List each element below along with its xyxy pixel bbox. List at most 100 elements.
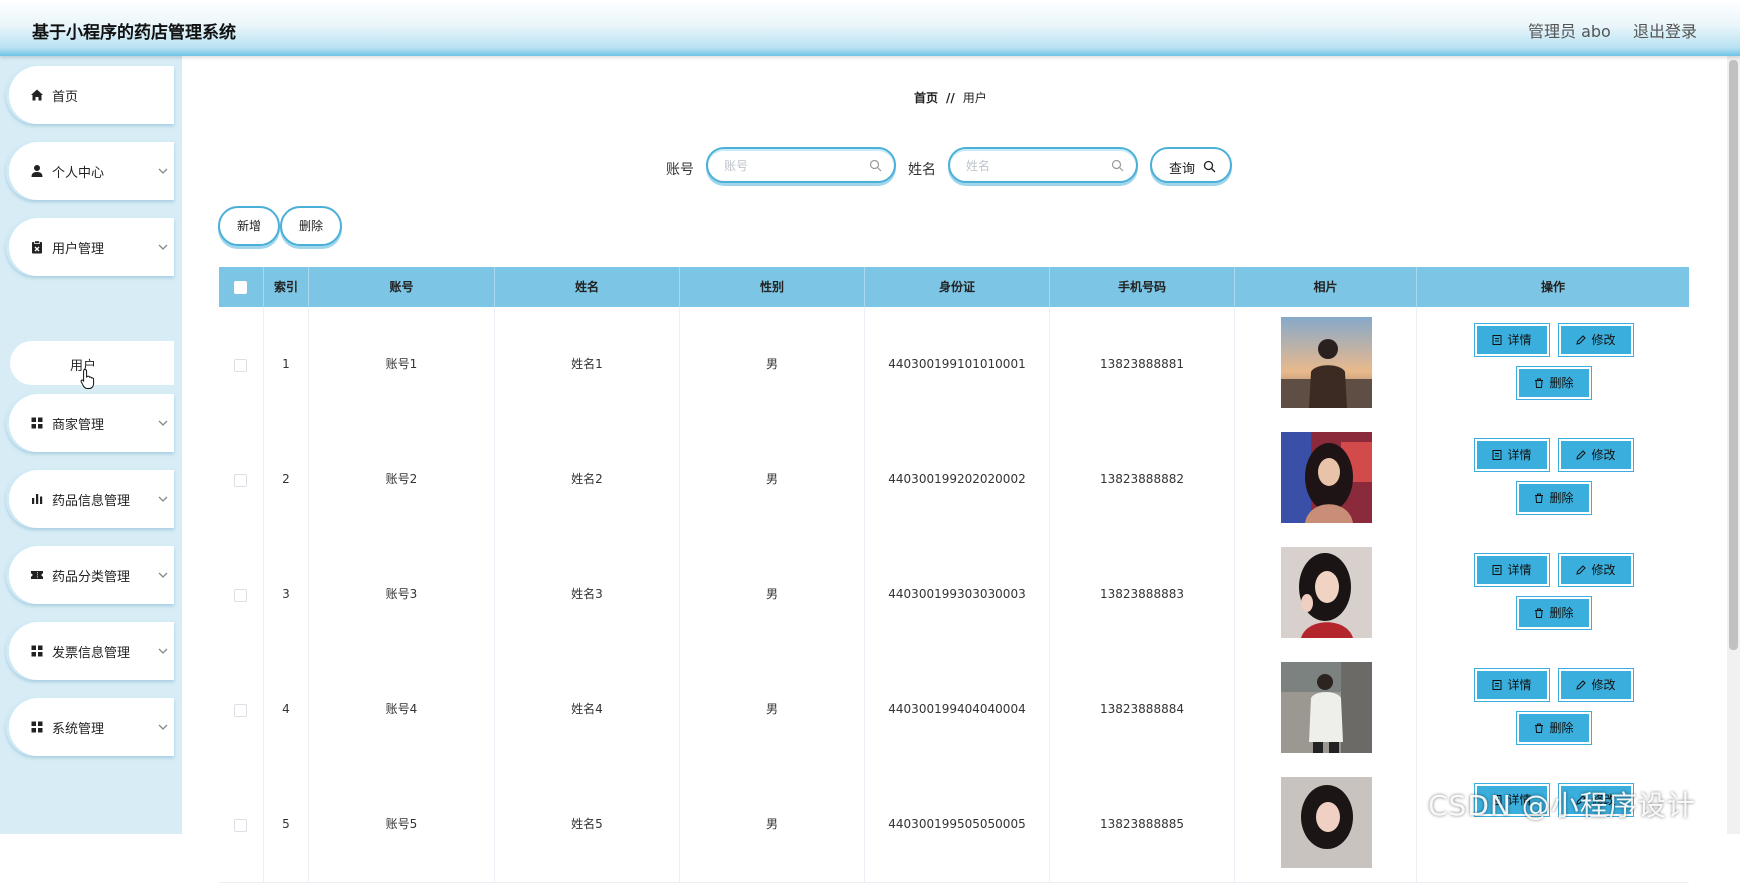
- cell-index: 4: [264, 652, 309, 767]
- cell-gender: 男: [680, 422, 865, 537]
- grid-icon: [31, 417, 43, 429]
- sidebar: 首页 个人中心 用户管理 用户 商家管理 药品信息管理 药品分类管理 发票信息管…: [0, 56, 182, 834]
- sidebar-item-invoice-management[interactable]: 发票信息管理: [6, 622, 174, 680]
- name-search-input[interactable]: [964, 157, 1108, 175]
- sidebar-item-system-management[interactable]: 系统管理: [6, 698, 174, 756]
- grid-icon: [31, 721, 43, 733]
- add-button[interactable]: 新增: [218, 206, 280, 246]
- page-scrollbar[interactable]: [1727, 56, 1740, 834]
- edit-pencil-icon: [1576, 335, 1587, 345]
- cell-name: 姓名1: [495, 307, 680, 422]
- table-header: 索引 账号 姓名 性别 身份证 手机号码 相片 操作: [219, 267, 1689, 307]
- search-icon: [869, 159, 882, 172]
- edit-button[interactable]: 修改: [1558, 323, 1634, 357]
- logout-link[interactable]: 退出登录: [1633, 18, 1697, 42]
- delete-button-label: 删除: [1549, 721, 1574, 735]
- cell-id-card: 440300199505050005: [865, 767, 1050, 882]
- detail-button-label: 详情: [1507, 563, 1532, 577]
- sidebar-item-label: 药品信息管理: [52, 494, 131, 509]
- delete-button[interactable]: 删除: [1516, 596, 1592, 630]
- account-search-label: 账号: [666, 162, 694, 178]
- cell-index: 1: [264, 307, 309, 422]
- edit-button[interactable]: 修改: [1558, 668, 1634, 702]
- cell-actions: [1417, 422, 1689, 537]
- row-checkbox[interactable]: [234, 589, 247, 602]
- clipboard-icon: [32, 240, 42, 254]
- row-checkbox[interactable]: [234, 474, 247, 487]
- chevron-down-icon: [158, 572, 168, 578]
- delete-button[interactable]: 删除: [1516, 711, 1592, 745]
- person-icon: [31, 165, 43, 177]
- select-all-checkbox[interactable]: [234, 281, 247, 294]
- cell-account: 账号1: [309, 307, 495, 422]
- account-search-input[interactable]: [722, 157, 866, 175]
- current-user: 管理员 abo: [1528, 22, 1611, 41]
- delete-button[interactable]: 删除: [1516, 481, 1592, 515]
- detail-button-label: 详情: [1507, 333, 1532, 347]
- account-search-field[interactable]: [706, 147, 896, 183]
- chevron-down-icon: [158, 168, 168, 174]
- user-photo: [1281, 432, 1372, 523]
- search-icon: [1111, 159, 1124, 172]
- sidebar-item-label: 个人中心: [52, 166, 105, 181]
- sidebar-item-merchant-management[interactable]: 商家管理: [6, 394, 174, 452]
- document-icon: [1492, 565, 1502, 575]
- column-header-photo: 相片: [1235, 267, 1417, 307]
- row-checkbox[interactable]: [234, 359, 247, 372]
- cell-actions: [1417, 307, 1689, 422]
- cell-account: 账号2: [309, 422, 495, 537]
- row-checkbox[interactable]: [234, 819, 247, 832]
- table-row: 2 账号2 姓名2 男 440300199202020002 138238888…: [219, 422, 1689, 538]
- scrollbar-thumb[interactable]: [1729, 60, 1738, 650]
- select-all-cell: [219, 267, 264, 307]
- edit-button[interactable]: 修改: [1558, 438, 1634, 472]
- table-row: 3 账号3 姓名3 男 440300199303030003 138238888…: [219, 537, 1689, 653]
- cell-account: 账号3: [309, 537, 495, 652]
- sidebar-item-home[interactable]: 首页: [6, 66, 174, 124]
- document-icon: [1492, 680, 1502, 690]
- ticket-icon: [31, 571, 43, 579]
- query-button[interactable]: 查询: [1150, 147, 1232, 183]
- sidebar-item-label: 首页: [52, 90, 79, 105]
- detail-button[interactable]: 详情: [1474, 553, 1550, 587]
- sidebar-item-user-management[interactable]: 用户管理: [6, 218, 174, 276]
- trash-icon: [1535, 493, 1544, 503]
- cell-name: 姓名4: [495, 652, 680, 767]
- name-search-label: 姓名: [908, 162, 936, 178]
- breadcrumb-separator: //: [946, 91, 955, 105]
- cell-gender: 男: [680, 537, 865, 652]
- detail-button[interactable]: 详情: [1474, 668, 1550, 702]
- cell-phone: 13823888882: [1050, 422, 1235, 537]
- edit-pencil-icon: [1576, 450, 1587, 460]
- edit-pencil-icon: [1576, 565, 1587, 575]
- table-row: 4 账号4 姓名4 男 440300199404040004 138238888…: [219, 652, 1689, 768]
- detail-button[interactable]: 详情: [1474, 323, 1550, 357]
- search-icon: [1203, 160, 1216, 173]
- chevron-up-icon: [158, 244, 168, 250]
- trash-icon: [1535, 608, 1544, 618]
- breadcrumb-home[interactable]: 首页: [914, 91, 938, 105]
- sidebar-item-drug-info-management[interactable]: 药品信息管理: [6, 470, 174, 528]
- cell-actions: [1417, 537, 1689, 652]
- row-checkbox[interactable]: [234, 704, 247, 717]
- chevron-down-icon: [158, 496, 168, 502]
- cell-id-card: 440300199303030003: [865, 537, 1050, 652]
- sidebar-item-label: 发票信息管理: [52, 646, 131, 661]
- sidebar-item-label: 商家管理: [52, 418, 105, 433]
- delete-button[interactable]: 删除: [1516, 366, 1592, 400]
- delete-button-label: 删除: [1549, 606, 1574, 620]
- name-search-field[interactable]: [948, 147, 1138, 183]
- trash-icon: [1535, 723, 1544, 733]
- edit-button[interactable]: 修改: [1558, 553, 1634, 587]
- cell-account: 账号4: [309, 652, 495, 767]
- delete-button-label: 删除: [1549, 491, 1574, 505]
- column-header-name: 姓名: [495, 267, 680, 307]
- sidebar-item-label: 系统管理: [52, 722, 105, 737]
- document-icon: [1492, 450, 1502, 460]
- cell-name: 姓名5: [495, 767, 680, 882]
- sidebar-item-profile[interactable]: 个人中心: [6, 142, 174, 200]
- cell-gender: 男: [680, 307, 865, 422]
- batch-delete-button[interactable]: 删除: [280, 206, 342, 246]
- detail-button[interactable]: 详情: [1474, 438, 1550, 472]
- sidebar-item-drug-category-management[interactable]: 药品分类管理: [6, 546, 174, 604]
